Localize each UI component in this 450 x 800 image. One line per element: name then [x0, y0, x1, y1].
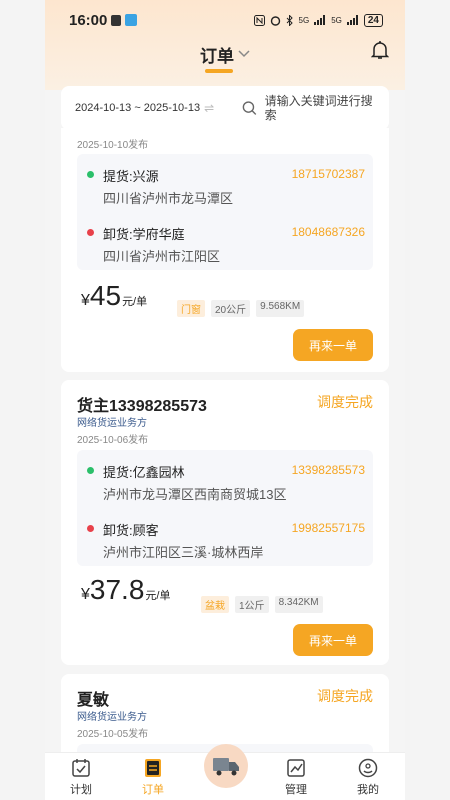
currency-symbol: ¥: [81, 292, 90, 309]
pickup-label: 提货:兴源: [103, 169, 159, 184]
search-input[interactable]: 请输入关键词进行搜索: [265, 94, 375, 122]
route-box: 提货:亿鑫园林 13398285573 泸州市龙马潭区西南商贸城13区 卸货:顾…: [77, 450, 373, 566]
currency-symbol: ¥: [81, 586, 90, 603]
app-notification-icon: [125, 14, 138, 26]
date-range: 2024-10-13 ~ 2025-10-13: [75, 102, 201, 114]
tab-label: 我的: [357, 784, 379, 796]
distance-tag: 8.342KM: [274, 596, 323, 613]
publish-date: 2025-10-06发布: [77, 435, 149, 446]
network-label-2: 5G: [331, 15, 342, 25]
order-status: 调度完成: [317, 688, 373, 704]
battery-icon: 24: [363, 13, 383, 27]
app-screen: 16:00 5G 5G 24 订单 2024-10-13 ~ 2025-10-1…: [45, 0, 405, 800]
unload-label: 卸货:学府华庭: [103, 227, 185, 242]
price-value: 45: [89, 280, 122, 311]
goods-tag: 门窗: [177, 300, 205, 317]
price-unit: 元/单: [145, 590, 171, 602]
tab-plan[interactable]: 计划: [56, 757, 106, 797]
calendar-icon: [72, 759, 90, 777]
tab-mine[interactable]: 我的: [343, 757, 393, 797]
page-title: 订单: [200, 46, 234, 66]
signal-icon-2: [346, 15, 358, 25]
alarm-icon: [270, 15, 280, 26]
publish-date: 2025-10-10发布: [77, 140, 149, 151]
swap-icon: ⇌: [204, 101, 215, 115]
reorder-button[interactable]: 再来一单: [293, 329, 373, 361]
search-bar: 2024-10-13 ~ 2025-10-13 ⇌ 请输入关键词进行搜索: [61, 86, 389, 130]
unload-phone[interactable]: 19982557175: [292, 521, 365, 535]
status-icons: 5G 5G 24: [253, 13, 383, 27]
unload-phone[interactable]: 18048687326: [292, 225, 365, 239]
unload-address: 泸州市江阳区三溪·城林西岸: [103, 545, 264, 560]
unload-address: 四川省泸州市江阳区: [103, 249, 221, 264]
order-status: 调度完成: [317, 394, 373, 410]
pickup-address: 四川省泸州市龙马潭区: [103, 191, 234, 206]
price-value: 37.8: [89, 574, 145, 605]
unload-dot: [87, 229, 94, 236]
truck-fab-button[interactable]: [204, 744, 248, 788]
pickup-dot: [87, 467, 94, 474]
shipper-name: 夏敏: [77, 692, 110, 709]
distance-tag: 9.568KM: [256, 300, 305, 317]
search-icon: [242, 101, 257, 115]
chart-icon: [287, 759, 305, 777]
weight-tag: 1公斤: [235, 596, 269, 613]
order-list-icon: [145, 759, 161, 777]
unload-label: 卸货:顾客: [103, 523, 159, 538]
weight-tag: 20公斤: [211, 300, 251, 317]
user-icon: [358, 758, 378, 778]
status-time: 16:00: [69, 12, 138, 29]
tab-orders[interactable]: 订单: [128, 757, 178, 797]
truck-icon: [213, 758, 239, 776]
tab-label: 管理: [285, 784, 307, 796]
order-price: ¥ 37.8 元/单: [81, 574, 170, 606]
signal-icon: [314, 15, 326, 25]
bluetooth-icon: [286, 14, 293, 26]
pickup-phone[interactable]: 18715702387: [292, 167, 365, 181]
tab-manage[interactable]: 管理: [271, 757, 321, 797]
pickup-address: 泸州市龙马潭区西南商贸城13区: [103, 487, 287, 502]
sim-icon: [111, 14, 122, 26]
unload-dot: [87, 525, 94, 532]
reorder-button[interactable]: 再来一单: [293, 624, 373, 656]
page-header: 订单: [45, 36, 405, 72]
bell-icon: [370, 41, 390, 59]
chevron-down-icon: [238, 50, 250, 58]
title-indicator: [205, 69, 233, 73]
order-card: 货主13398285573 调度完成 网络货运业务方 2025-10-06发布 …: [61, 380, 389, 665]
date-range-picker[interactable]: 2024-10-13 ~ 2025-10-13 ⇌: [75, 101, 236, 115]
pickup-phone[interactable]: 13398285573: [292, 463, 365, 477]
page-title-dropdown[interactable]: 订单: [200, 42, 250, 67]
service-provider: 网络货运业务方: [77, 418, 147, 429]
order-price: ¥ 45 元/单: [81, 280, 147, 312]
network-label: 5G: [298, 15, 310, 25]
price-unit: 元/单: [122, 296, 148, 308]
service-provider: 网络货运业务方: [77, 712, 147, 723]
publish-date: 2025-10-05发布: [77, 729, 149, 740]
pickup-dot: [87, 171, 94, 178]
tab-label: 订单: [142, 784, 164, 796]
tab-label: 计划: [70, 784, 92, 796]
pickup-label: 提货:亿鑫园林: [103, 465, 185, 480]
goods-tag: 盆栽: [201, 596, 229, 613]
shipper-name: 货主13398285573: [77, 398, 207, 415]
route-box: 提货:兴源 18715702387 四川省泸州市龙马潭区 卸货:学府华庭 180…: [77, 154, 373, 270]
order-tags: 门窗 20公斤 9.568KM: [177, 300, 305, 317]
notification-bell[interactable]: [370, 40, 390, 65]
order-card: 2025-10-10发布 提货:兴源 18715702387 四川省泸州市龙马潭…: [61, 128, 389, 372]
order-tags: 盆栽 1公斤 8.342KM: [201, 596, 323, 613]
status-bar: 16:00 5G 5G 24: [45, 0, 405, 40]
nfc-icon: [253, 14, 265, 26]
